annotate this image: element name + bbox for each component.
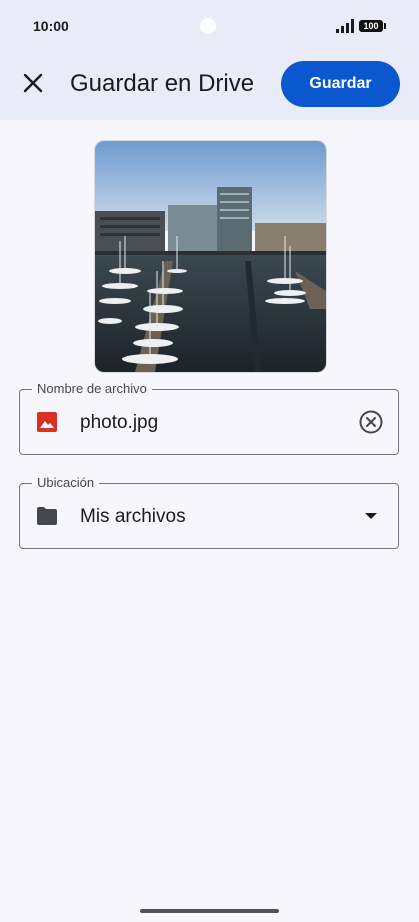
top-app-bar: Guardar en Drive Guardar [0, 52, 419, 120]
filename-input[interactable]: photo.jpg [80, 412, 158, 434]
location-value: Mis archivos [80, 506, 186, 527]
close-icon [23, 73, 43, 93]
save-button[interactable]: Guardar [281, 61, 400, 107]
battery-icon: 100 [359, 20, 386, 32]
harbor-photo [95, 141, 326, 372]
close-button[interactable] [12, 62, 54, 104]
image-icon [37, 412, 57, 432]
signal-icon [336, 19, 354, 33]
home-indicator[interactable] [140, 909, 279, 913]
status-bar: 10:00 100 [0, 0, 419, 52]
filename-label: Nombre de archivo [32, 381, 152, 396]
dropdown-arrow-icon[interactable] [358, 503, 384, 529]
page-title: Guardar en Drive [70, 70, 255, 97]
folder-icon [37, 507, 57, 525]
battery-level: 100 [363, 21, 379, 31]
status-time: 10:00 [33, 18, 69, 34]
location-field[interactable]: Ubicación Mis archivos [19, 475, 399, 549]
filename-field[interactable]: Nombre de archivo photo.jpg [19, 381, 399, 455]
front-camera [200, 18, 216, 34]
location-label: Ubicación [32, 475, 100, 490]
clear-icon[interactable] [358, 409, 384, 435]
image-preview [94, 140, 327, 373]
